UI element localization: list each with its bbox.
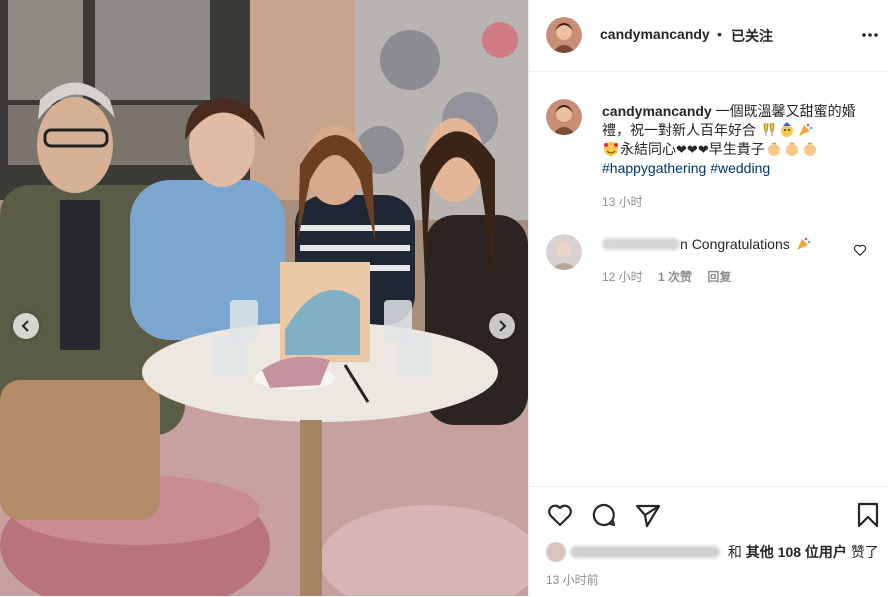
smiling-hearts-face-icon <box>604 142 618 156</box>
black-heart-icon: ❤ <box>697 142 709 157</box>
chevron-left-icon <box>21 320 29 332</box>
share-icon[interactable] <box>634 501 662 529</box>
comment-like-heart-icon[interactable] <box>853 243 867 257</box>
baby-face-icon <box>767 142 780 156</box>
likes-count-link[interactable]: 其他 108 位用户 <box>746 544 847 560</box>
party-face-icon <box>780 122 793 137</box>
post-actions: 和 其他 108 位用户 赞了 13 小时前 <box>529 486 888 597</box>
post-photo[interactable] <box>0 0 528 596</box>
likes-summary: 和 其他 108 位用户 赞了 <box>546 542 879 562</box>
bookmark-icon[interactable] <box>854 501 882 529</box>
party-popper-icon <box>796 237 810 250</box>
comment-likes-count[interactable]: 1 次赞 <box>658 270 692 284</box>
black-heart-icon: ❤ <box>676 142 687 157</box>
liker-avatar[interactable] <box>546 542 566 562</box>
more-horizontal-icon[interactable] <box>862 33 878 37</box>
commenter-username-blurred[interactable] <box>602 238 680 250</box>
caption-text-line2a: 永結同心 <box>620 141 676 157</box>
caption-text-line2b: 早生貴子 <box>708 141 765 157</box>
caption-author-avatar[interactable] <box>546 99 582 135</box>
hashtag-wedding[interactable]: #wedding <box>710 160 770 176</box>
comment-meta: 12 小时 1 次赞 回复 <box>602 268 743 285</box>
commenter-avatar[interactable] <box>546 234 582 270</box>
liker-username-blurred[interactable] <box>570 546 720 558</box>
photo-scene <box>0 0 528 596</box>
caption-time: 13 小时 <box>602 195 643 209</box>
baby-face-icon <box>803 142 816 156</box>
hashtag-happygathering[interactable]: #happygathering <box>602 160 706 176</box>
author-avatar[interactable] <box>546 17 582 53</box>
post-caption: candymancandy 一個既溫馨又甜蜜的婚禮，祝一對新人百年好合 永結同心… <box>602 102 877 178</box>
post-header: candymancandy • 已关注 <box>529 0 888 72</box>
comment-reply-button[interactable]: 回复 <box>707 270 731 284</box>
carousel-next-button[interactable] <box>489 313 515 339</box>
comment-body: n Congratulations <box>602 236 852 252</box>
comment-time: 12 小时 <box>602 270 643 284</box>
commenter-username-tail[interactable]: n <box>680 236 688 252</box>
commenter-avatar-image <box>546 234 582 270</box>
header-separator: • <box>717 26 722 42</box>
carousel-prev-button[interactable] <box>13 313 39 339</box>
comment-text: Congratulations <box>691 236 790 252</box>
party-popper-icon <box>798 123 813 136</box>
clinking-glasses-icon <box>763 123 775 136</box>
post-timestamp: 13 小时前 <box>546 573 599 587</box>
post-side-panel: candymancandy • 已关注 candymancandy 一個既溫馨又… <box>528 0 888 596</box>
heart-icon[interactable] <box>546 501 574 529</box>
author-username[interactable]: candymancandy <box>600 26 710 42</box>
baby-face-icon <box>785 142 798 156</box>
likes-prefix: 和 <box>727 544 742 560</box>
likes-suffix: 赞了 <box>850 544 879 560</box>
follow-status-button[interactable]: 已关注 <box>731 26 773 46</box>
chevron-right-icon <box>499 320 507 332</box>
author-avatar-image <box>546 17 582 53</box>
caption-username[interactable]: candymancandy <box>602 103 712 119</box>
comment-icon[interactable] <box>590 501 618 529</box>
black-heart-icon: ❤ <box>686 142 698 157</box>
caption-avatar-image <box>546 99 582 135</box>
